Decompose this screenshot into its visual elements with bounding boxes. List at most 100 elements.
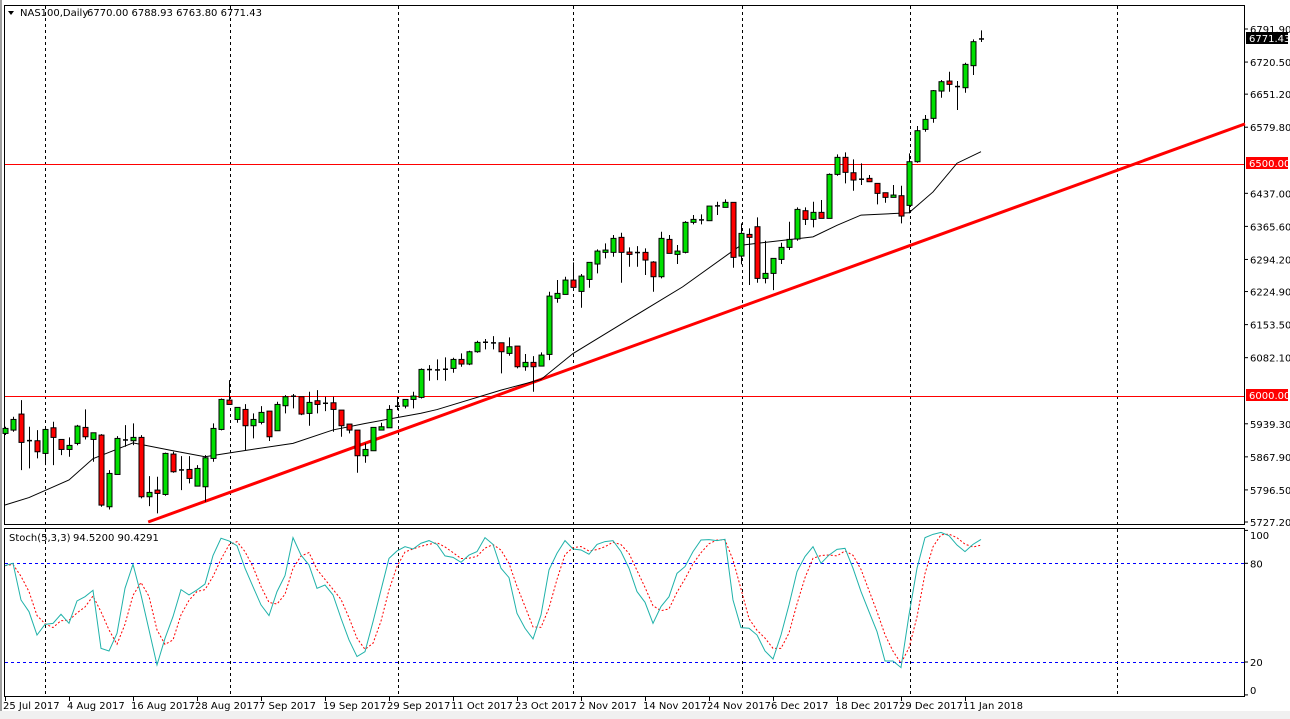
candle-body-bear [299,397,304,414]
time-tick-label: 29 Sep 2017 [387,701,450,712]
candle [211,423,216,461]
candle-body-bull [611,238,616,252]
candle-body-bull [43,429,48,453]
time-tick-label: 29 Dec 2017 [899,701,963,712]
candle-body-bull [203,458,208,487]
candle-body-bear [667,239,672,253]
time-tick-label: 19 Sep 2017 [323,701,386,712]
candle-body-bear [571,280,576,287]
price-tick-label: 5939.30 [1250,420,1290,431]
candle-body-bull [163,453,168,494]
candle-body-bull [971,42,976,66]
candle [139,435,144,498]
candle-body-bear [867,178,872,181]
candle [795,207,800,240]
candle-body-bear [331,403,336,410]
candle-body-bull [763,273,768,278]
candle [171,452,176,473]
candle-body-bull [131,437,136,440]
candle-body-bear [267,411,272,437]
candle-body-bull [451,359,456,368]
candle-body-bear [899,196,904,216]
candle-body-bull [363,449,368,455]
candle [3,427,8,435]
candle-body-bear [531,362,536,366]
time-tick-label: 28 Aug 2017 [195,701,259,712]
chart-window[interactable]: 6791.906720.506651.206579.806437.006365.… [0,0,1290,719]
candle [827,173,832,218]
candle-body-bear [227,400,232,404]
candle-body-bull [555,293,560,298]
candle [219,398,224,430]
candle [267,411,272,441]
price-tick-label: 6294.20 [1250,255,1290,266]
candle-body-bull [891,195,896,197]
time-tick-label: 4 Aug 2017 [67,701,125,712]
candle-body-bull [507,347,512,354]
price-tick-label: 6153.50 [1250,321,1290,332]
candle-body-bull [827,174,832,218]
candle-body-bull [787,239,792,247]
candle-body-bull [115,438,120,474]
candle [299,397,304,415]
candle [11,417,16,432]
time-tick-label: 11 Oct 2017 [451,701,513,712]
time-tick-label: 2 Nov 2017 [579,701,637,712]
candle-body-bear [139,437,144,496]
window-left-edge [0,0,2,719]
price-tick-label: 6651.20 [1250,90,1290,101]
candle-body-bull [587,262,592,279]
candle-body-bear [355,430,360,456]
candle-body-bear [35,441,40,452]
candle-body-bull [907,162,912,206]
candle-body-bull [475,342,480,351]
candle-body-bull [931,91,936,119]
candle-body-bear [187,469,192,478]
candle-body-bear [155,490,160,493]
candle [755,217,760,282]
time-tick-label: 18 Dec 2017 [835,701,899,712]
candle-body-bull [923,119,928,129]
price-tick-label: 6082.10 [1250,354,1290,365]
candle-body-bull [259,412,264,422]
candle-body-bear [651,262,656,277]
time-tick-label: 24 Nov 2017 [707,701,771,712]
stoch-label: Stoch(5,3,3) [9,533,71,544]
candle-body-bull [3,428,8,433]
candle-body-bull [779,247,784,259]
stoch-values: 94.5200 90.4291 [73,533,159,544]
candle-body-bull [67,445,72,449]
candle [835,154,840,175]
candle-body-bull [915,131,920,162]
price-tick-label: 5727.20 [1250,518,1290,529]
candle-body-bull [723,202,728,207]
candle-body-bear [755,227,760,279]
candle-body-bear [643,252,648,260]
candle [659,232,664,279]
candle [75,425,80,445]
candle-body-bull [603,250,608,252]
candle-body-bear [843,157,848,172]
candle-body-bull [307,402,312,413]
time-tick-label: 25 Jul 2017 [3,701,60,712]
price-tick-label: 6437.00 [1250,189,1290,200]
candle [707,206,712,221]
time-tick-label: 7 Sep 2017 [259,701,316,712]
candle-body-bull [547,296,552,354]
candle-body-bull [739,233,744,256]
candle-body-bear [515,346,520,367]
candle-body-bear [243,409,248,425]
time-tick-label: 11 Jan 2018 [963,701,1023,712]
candle-body-bear [459,359,464,364]
candle-body-bull [595,251,600,264]
candle-body-bull [467,352,472,364]
stoch-tick-label: 100 [1250,531,1269,542]
time-tick-label: 23 Oct 2017 [515,701,577,712]
candle [115,436,120,474]
candle-body-bear [947,81,952,84]
candle-body-bear [171,454,176,472]
candle-body-bear [99,435,104,505]
candle-body-bear [803,211,808,220]
candle-body-bull [411,396,416,399]
candle-body-bull [379,427,384,430]
